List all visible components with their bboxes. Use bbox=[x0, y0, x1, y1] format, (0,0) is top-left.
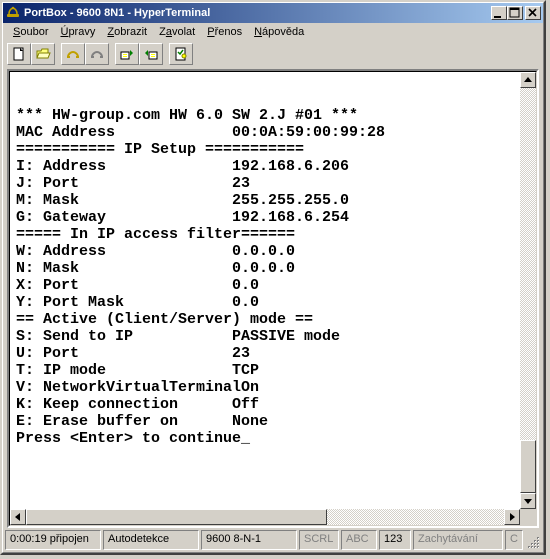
menu-napoveda[interactable]: Nápověda bbox=[248, 25, 310, 39]
resize-grip[interactable] bbox=[525, 530, 541, 550]
scroll-right-button[interactable] bbox=[504, 509, 520, 525]
scroll-down-button[interactable] bbox=[520, 493, 536, 509]
status-num: 123 bbox=[379, 530, 411, 550]
menu-upravy[interactable]: Úpravy bbox=[54, 25, 101, 39]
menu-label: oubor bbox=[20, 26, 48, 38]
status-capture: Zachytávání bbox=[413, 530, 503, 550]
status-autodetect: Autodetekce bbox=[103, 530, 199, 550]
properties-button[interactable] bbox=[169, 43, 193, 65]
send-button[interactable] bbox=[115, 43, 139, 65]
menu-label: řenos bbox=[215, 26, 243, 38]
hscroll-track[interactable] bbox=[26, 509, 504, 525]
scroll-up-button[interactable] bbox=[520, 72, 536, 88]
scroll-track[interactable] bbox=[520, 88, 536, 493]
title-bar[interactable]: PortBox - 9600 8N1 - HyperTerminal bbox=[3, 3, 543, 23]
scrollbar-corner bbox=[520, 509, 536, 525]
close-button[interactable] bbox=[525, 6, 541, 20]
app-icon bbox=[5, 5, 21, 21]
minimize-button[interactable] bbox=[491, 6, 507, 20]
menu-label: ápověda bbox=[262, 26, 304, 38]
send-icon bbox=[119, 46, 135, 62]
open-file-icon bbox=[35, 46, 51, 62]
scroll-thumb[interactable] bbox=[520, 440, 536, 493]
maximize-button[interactable] bbox=[507, 6, 523, 20]
phone-disconnect-icon bbox=[89, 46, 105, 62]
menu-zobrazit[interactable]: Zobrazit bbox=[101, 25, 153, 39]
scroll-left-button[interactable] bbox=[10, 509, 26, 525]
menu-label: pravy bbox=[68, 26, 95, 38]
menu-soubor[interactable]: Soubor bbox=[7, 25, 54, 39]
status-scroll-lock: SCRL bbox=[299, 530, 339, 550]
status-last: C bbox=[505, 530, 523, 550]
phone-connect-icon bbox=[65, 46, 81, 62]
status-caps: ABC bbox=[341, 530, 377, 550]
connect-button[interactable] bbox=[61, 43, 85, 65]
hscroll-thumb[interactable] bbox=[26, 509, 327, 525]
menu-prenos[interactable]: Přenos bbox=[201, 25, 248, 39]
app-window: PortBox - 9600 8N1 - HyperTerminal Soubo… bbox=[0, 0, 546, 555]
status-bar: 0:00:19 připojen Autodetekce 9600 8-N-1 … bbox=[3, 528, 543, 552]
status-connection-time: 0:00:19 připojen bbox=[5, 530, 101, 550]
terminal-output[interactable]: *** HW-group.com HW 6.0 SW 2.J #01 *** M… bbox=[10, 87, 520, 494]
horizontal-scrollbar[interactable] bbox=[10, 509, 520, 525]
disconnect-button[interactable] bbox=[85, 43, 109, 65]
menu-label: obrazit bbox=[114, 26, 147, 38]
window-title: PortBox - 9600 8N1 - HyperTerminal bbox=[24, 7, 491, 19]
receive-button[interactable] bbox=[139, 43, 163, 65]
menu-zavolat[interactable]: Zavolat bbox=[153, 25, 201, 39]
vertical-scrollbar[interactable] bbox=[520, 72, 536, 509]
properties-icon bbox=[173, 46, 189, 62]
menu-label: volat bbox=[172, 26, 195, 38]
new-file-button[interactable] bbox=[7, 43, 31, 65]
menu-bar: Soubor Úpravy Zobrazit Zavolat Přenos Ná… bbox=[3, 23, 543, 41]
content-area: *** HW-group.com HW 6.0 SW 2.J #01 *** M… bbox=[7, 69, 539, 528]
status-port-settings: 9600 8-N-1 bbox=[201, 530, 297, 550]
open-file-button[interactable] bbox=[31, 43, 55, 65]
receive-icon bbox=[143, 46, 159, 62]
new-file-icon bbox=[11, 46, 27, 62]
toolbar bbox=[3, 41, 543, 69]
